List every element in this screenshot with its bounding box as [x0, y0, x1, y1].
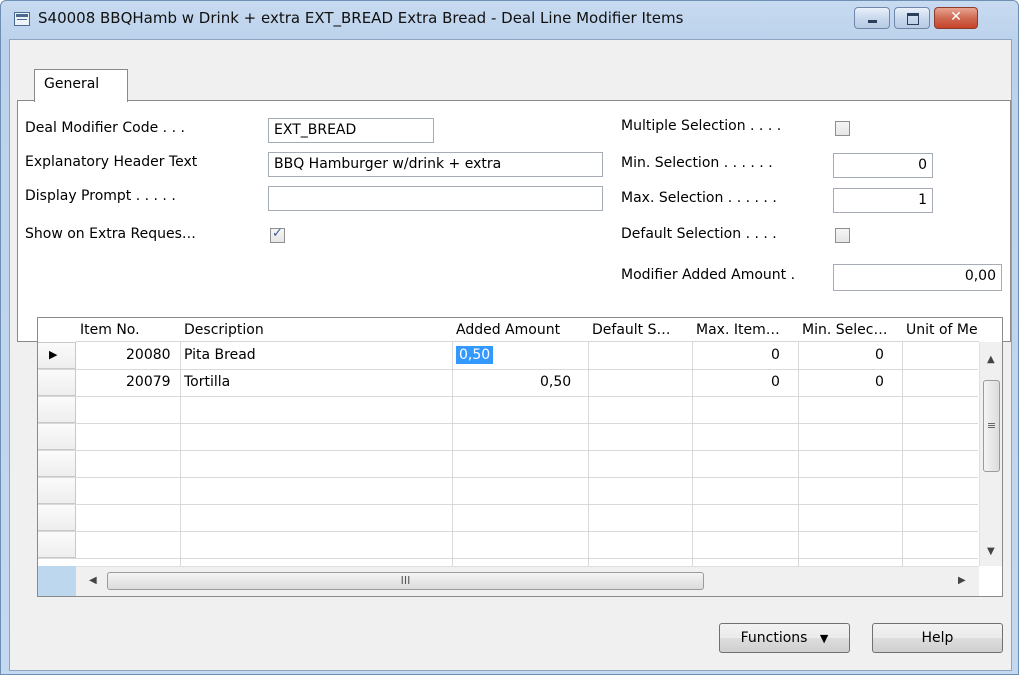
- column-header-min-selection[interactable]: Min. Selec…: [798, 318, 902, 342]
- display-prompt-field[interactable]: [268, 186, 603, 211]
- modifier-items-grid[interactable]: Item No. Description Added Amount Defaul…: [37, 317, 1003, 597]
- column-header-item-no[interactable]: Item No.: [76, 318, 180, 342]
- close-icon: ✕: [950, 9, 962, 25]
- added-amount-cell[interactable]: 0,50: [540, 374, 571, 390]
- max-selection-label: Max. Selection . . . . . .: [621, 190, 777, 206]
- column-header-description[interactable]: Description: [180, 318, 452, 342]
- row-selector[interactable]: [38, 396, 76, 423]
- multiple-selection-label: Multiple Selection . . . .: [621, 118, 782, 134]
- scroll-up-icon[interactable]: ▲: [987, 354, 995, 365]
- row-selector[interactable]: [38, 504, 76, 531]
- maximize-button[interactable]: [894, 7, 930, 29]
- min-selection-cell[interactable]: 0: [875, 347, 884, 363]
- item-no-cell[interactable]: 20079: [126, 374, 171, 390]
- form-client-area: General Deal Modifier Code . . . EXT_BRE…: [9, 39, 1012, 671]
- dropdown-arrow-icon: ▼: [819, 632, 829, 645]
- row-selector[interactable]: [38, 531, 76, 558]
- close-button[interactable]: ✕: [934, 7, 978, 29]
- form-icon: [14, 12, 30, 26]
- min-selection-cell[interactable]: 0: [875, 374, 884, 390]
- show-on-extra-request-checkbox[interactable]: ✓: [270, 226, 285, 243]
- description-cell[interactable]: Pita Bread: [184, 347, 256, 363]
- row-selector[interactable]: ▶: [38, 342, 76, 369]
- window-title: S40008 BBQHamb w Drink + extra EXT_BREAD…: [38, 9, 684, 27]
- row-selector[interactable]: [38, 423, 76, 450]
- show-on-extra-request-label: Show on Extra Reques…: [25, 226, 196, 242]
- explanatory-header-text-label: Explanatory Header Text: [25, 154, 198, 170]
- column-header-added-amount[interactable]: Added Amount: [452, 318, 588, 342]
- column-header-default-selection[interactable]: Default S…: [588, 318, 692, 342]
- grip-icon: III: [400, 574, 411, 587]
- item-no-cell[interactable]: 20080: [126, 347, 171, 363]
- added-amount-cell[interactable]: 0,50: [456, 346, 494, 364]
- vertical-scroll-thumb[interactable]: ≡: [983, 380, 1000, 472]
- column-header-max-item[interactable]: Max. Item…: [692, 318, 798, 342]
- modifier-added-amount-field[interactable]: 0,00: [833, 264, 1002, 291]
- min-selection-label: Min. Selection . . . . . .: [621, 155, 773, 171]
- modifier-added-amount-label: Modifier Added Amount .: [621, 267, 796, 283]
- tab-general[interactable]: General: [34, 69, 128, 102]
- explanatory-header-text-field[interactable]: BBQ Hamburger w/drink + extra: [268, 152, 603, 177]
- checkmark-icon: ✓: [272, 226, 283, 241]
- display-prompt-label: Display Prompt . . . . .: [25, 188, 176, 204]
- title-bar[interactable]: S40008 BBQHamb w Drink + extra EXT_BREAD…: [1, 1, 1018, 39]
- row-selector[interactable]: [38, 450, 76, 477]
- multiple-selection-checkbox[interactable]: [835, 121, 850, 136]
- scroll-down-icon[interactable]: ▼: [987, 546, 995, 557]
- functions-button-label: Functions: [740, 630, 808, 646]
- functions-button[interactable]: Functions ▼: [719, 623, 850, 653]
- scroll-right-icon[interactable]: ▶: [958, 575, 966, 586]
- general-tab-panel: Deal Modifier Code . . . EXT_BREAD Expla…: [17, 100, 1011, 342]
- max-item-cell[interactable]: 0: [771, 347, 780, 363]
- horizontal-scroll-thumb[interactable]: III: [107, 572, 704, 590]
- row-selector[interactable]: [38, 477, 76, 504]
- min-selection-field[interactable]: 0: [833, 153, 933, 178]
- description-cell[interactable]: Tortilla: [184, 374, 230, 390]
- current-row-icon: ▶: [49, 348, 58, 361]
- help-button-label: Help: [921, 630, 954, 646]
- grid-corner: [38, 566, 76, 596]
- minimize-button[interactable]: [854, 7, 890, 29]
- scroll-left-icon[interactable]: ◀: [89, 575, 97, 586]
- row-selector[interactable]: [38, 369, 76, 396]
- tab-general-label: General: [44, 76, 100, 92]
- max-item-cell[interactable]: 0: [771, 374, 780, 390]
- default-selection-checkbox[interactable]: [835, 228, 850, 243]
- deal-modifier-code-field[interactable]: EXT_BREAD: [268, 118, 434, 143]
- horizontal-scrollbar[interactable]: ◀ III ▶: [76, 566, 979, 596]
- help-button[interactable]: Help: [872, 623, 1003, 653]
- column-header-unit-of-measure[interactable]: Unit of Me: [902, 318, 979, 342]
- vertical-scrollbar[interactable]: ▲ ≡ ▼: [979, 342, 1002, 566]
- deal-modifier-code-label: Deal Modifier Code . . .: [25, 120, 185, 136]
- default-selection-label: Default Selection . . . .: [621, 226, 777, 242]
- max-selection-field[interactable]: 1: [833, 188, 933, 213]
- dialog-window: S40008 BBQHamb w Drink + extra EXT_BREAD…: [0, 0, 1019, 675]
- grip-icon: ≡: [986, 419, 997, 432]
